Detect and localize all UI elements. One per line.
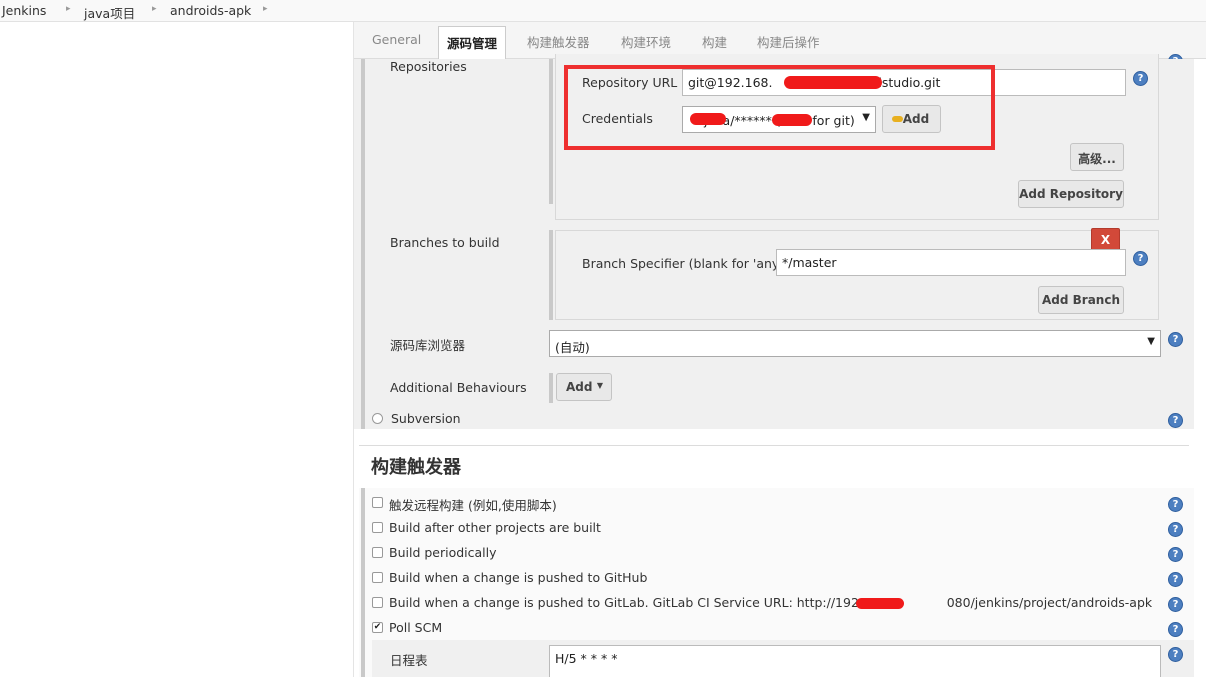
breadcrumb-jenkins[interactable]: Jenkins [2,3,46,18]
trigger-checkbox-periodically[interactable] [372,547,383,558]
subversion-label: Subversion [391,411,461,426]
build-triggers-heading: 构建触发器 [371,457,461,478]
advanced-button[interactable]: 高级... [1070,143,1124,171]
repositories-label: Repositories [390,59,467,74]
behaviours-indent-bar [549,373,553,403]
trigger-checkbox-github[interactable] [372,572,383,583]
chevron-right-icon: ▸ [263,4,268,14]
schedule-label: 日程表 [390,653,428,668]
branch-specifier-label: Branch Specifier (blank for 'any') [582,256,788,271]
tab-source-management[interactable]: 源码管理 [438,26,507,60]
schedule-textarea[interactable]: H/5 * * * * [549,645,1161,677]
trigger-after-other-label: Build after other projects are built [389,520,601,535]
trigger-checkbox-gitlab[interactable] [372,597,383,608]
help-icon[interactable]: ? [1168,572,1183,587]
add-branch-button[interactable]: Add Branch [1038,286,1124,314]
section-indent-bar [361,59,365,429]
repo-browser-label: 源码库浏览器 [390,338,466,353]
trigger-checkbox-after-other[interactable] [372,522,383,533]
chevron-right-icon: ▸ [152,4,157,14]
help-icon[interactable]: ? [1133,71,1148,86]
branches-indent-bar [549,230,553,320]
help-icon[interactable]: ? [1168,597,1183,612]
repo-browser-select[interactable]: (自动) ▼ [549,330,1161,357]
help-icon[interactable]: ? [1168,547,1183,562]
tab-general[interactable]: General [372,32,421,47]
tab-build-triggers[interactable]: 构建触发器 [527,32,590,51]
breadcrumb: Jenkins ▸ java项目 ▸ androids-apk ▸ [0,0,1206,22]
help-icon[interactable]: ? [1133,251,1148,266]
config-panel: General 源码管理 构建触发器 构建环境 构建 构建后操作 ? Repos… [353,22,1206,677]
subversion-radio[interactable] [372,413,383,424]
repositories-indent-bar [549,59,553,204]
additional-behaviours-label: Additional Behaviours [390,380,527,395]
add-behaviour-button[interactable]: Add ▼ [556,373,612,401]
trigger-github-label: Build when a change is pushed to GitHub [389,570,648,585]
help-icon[interactable]: ? [1168,522,1183,537]
breadcrumb-androids-apk[interactable]: androids-apk [170,3,251,18]
breadcrumb-java-project[interactable]: java项目 [84,3,135,22]
help-icon[interactable]: ? [1168,413,1183,428]
trigger-checkbox-poll-scm[interactable]: ✔ [372,622,383,633]
trigger-checkbox-remote[interactable] [372,497,383,508]
help-icon[interactable]: ? [1168,647,1183,662]
scm-section: Repositories Repository URL git@192.168.… [354,54,1194,429]
caret-down-icon: ▼ [596,381,603,390]
help-icon[interactable]: ? [1168,497,1183,512]
trigger-gitlab-label: Build when a change is pushed to GitLab.… [389,595,1153,610]
help-icon[interactable]: ? [1168,622,1183,637]
trigger-poll-scm-label: Poll SCM [389,620,443,635]
section-divider [359,445,1189,446]
highlight-annotation [564,65,995,150]
add-repository-button[interactable]: Add Repository [1018,180,1124,208]
branches-to-build-label: Branches to build [390,235,500,250]
help-icon[interactable]: ? [1168,332,1183,347]
branch-specifier-input[interactable]: */master [776,249,1126,276]
poll-scm-settings: 日程表 H/5 * * * * ? [372,640,1194,677]
trigger-remote-label: 触发远程构建 (例如,使用脚本) [389,498,557,513]
chevron-right-icon: ▸ [66,4,71,14]
tab-post-build[interactable]: 构建后操作 [757,32,820,51]
section-indent-bar [361,488,365,677]
tab-build-environment[interactable]: 构建环境 [621,32,671,51]
tab-build[interactable]: 构建 [702,32,727,51]
branch-box: X Branch Specifier (blank for 'any') */m… [555,228,1159,320]
dropdown-arrow-icon: ▼ [1147,336,1155,347]
redaction-mark [856,598,904,609]
build-triggers-section: 触发远程构建 (例如,使用脚本) ? Build after other pro… [359,488,1194,677]
trigger-periodically-label: Build periodically [389,545,497,560]
